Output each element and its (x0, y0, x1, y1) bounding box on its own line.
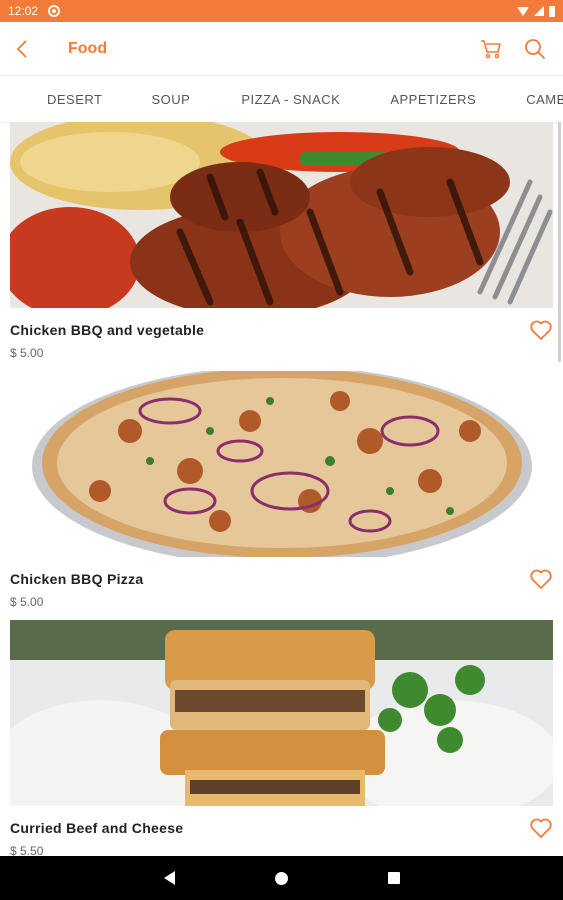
food-image[interactable] (10, 620, 553, 806)
battery-icon (549, 5, 555, 17)
list-item[interactable]: Chicken BBQ Pizza $ 5.00 (0, 371, 563, 620)
heart-outline-icon[interactable] (529, 318, 553, 342)
food-price: $ 5.00 (10, 595, 44, 609)
heart-outline-icon[interactable] (529, 816, 553, 840)
back-chevron-icon (16, 39, 27, 58)
food-price: $ 5.50 (10, 844, 44, 856)
status-icons (517, 5, 555, 17)
status-time: 12:02 (8, 4, 39, 18)
category-tabs: DESERT SOUP PIZZA - SNACK APPETIZERS CAM… (0, 76, 563, 122)
status-bar: 12:02 (0, 0, 563, 22)
tab-desert[interactable]: DESERT (47, 92, 103, 107)
tab-soup[interactable]: SOUP (152, 92, 191, 107)
nav-back-icon[interactable] (163, 871, 175, 885)
nav-home-icon[interactable] (274, 871, 288, 885)
list-item[interactable]: Curried Beef and Cheese $ 5.50 (0, 620, 563, 856)
heart-outline-icon[interactable] (529, 567, 553, 591)
food-name: Chicken BBQ Pizza (10, 571, 144, 587)
back-button[interactable] (0, 22, 44, 76)
cart-button[interactable] (475, 33, 507, 65)
search-icon (525, 38, 545, 59)
tab-cambodian-food[interactable]: CAMBODIAN FOOD (526, 92, 563, 107)
food-image[interactable] (10, 122, 553, 308)
tab-pizza-snack[interactable]: PIZZA - SNACK (241, 92, 340, 107)
food-image[interactable] (10, 371, 553, 557)
food-name: Chicken BBQ and vegetable (10, 322, 205, 338)
nav-recents-icon[interactable] (387, 872, 400, 884)
wifi-icon (517, 6, 529, 16)
page-title: Food (68, 39, 108, 57)
system-nav-bar (0, 856, 563, 900)
signal-icon (534, 6, 544, 16)
food-price: $ 5.00 (10, 346, 44, 360)
notification-icon (48, 5, 61, 17)
food-list: Chicken BBQ and vegetable $ 5.00 Chicken… (0, 122, 563, 856)
app-actions (475, 33, 563, 65)
search-button[interactable] (519, 33, 551, 65)
scrollbar[interactable] (558, 122, 561, 362)
app-bar: Food (0, 22, 563, 76)
cart-icon (481, 39, 501, 58)
list-item[interactable]: Chicken BBQ and vegetable $ 5.00 (0, 122, 563, 371)
food-name: Curried Beef and Cheese (10, 820, 184, 836)
tab-appetizers[interactable]: APPETIZERS (390, 92, 476, 107)
